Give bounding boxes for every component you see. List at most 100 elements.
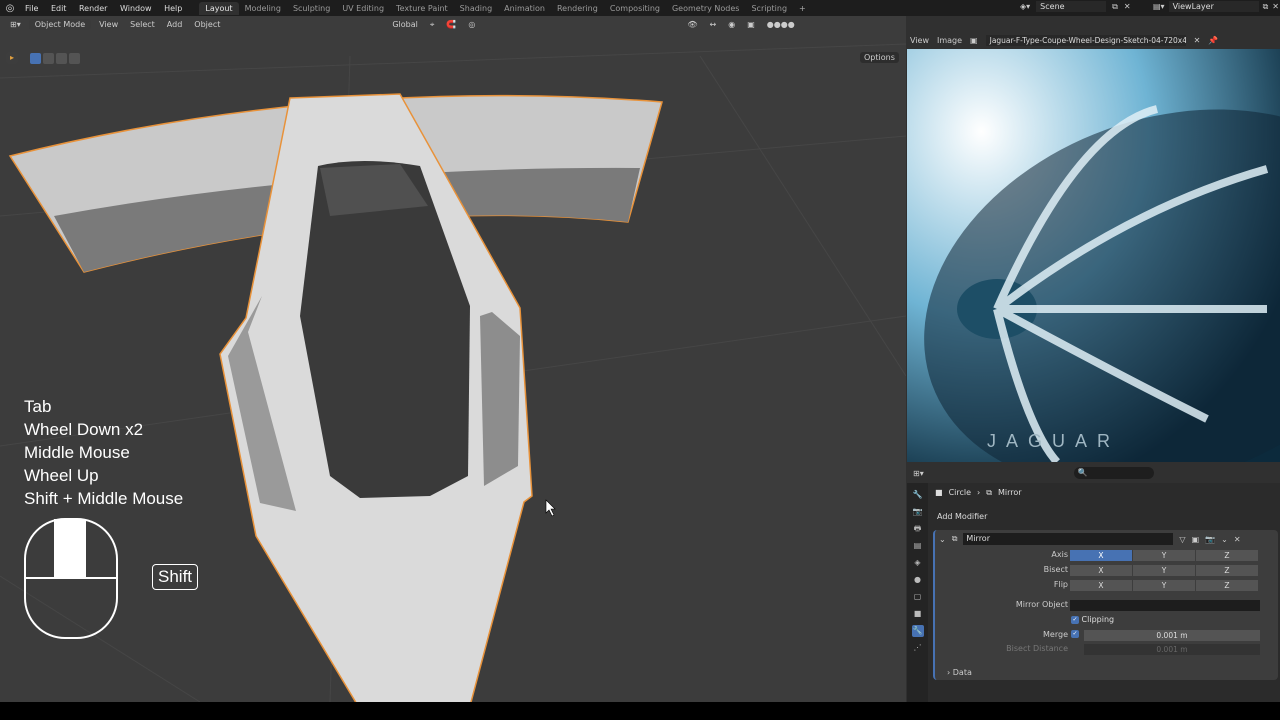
properties-editor[interactable]: ⊞▾ 🔍 🔧 📷 🖶 ▤ ◈ ● ▢ ■ 🔧 ⋰ ■ Circle › ⧉ Mi… [907, 463, 1280, 702]
show-in-editmode-icon[interactable]: ▽ [1179, 535, 1185, 544]
bisect-y-toggle[interactable]: Y [1133, 565, 1195, 576]
world-tab-icon[interactable]: ● [912, 574, 924, 586]
mode-dropdown[interactable]: Object Mode [28, 19, 92, 30]
view-layer-tab-icon[interactable]: ▤ [912, 540, 924, 552]
hint-line: Tab [24, 397, 52, 416]
tab-rendering[interactable]: Rendering [551, 2, 604, 15]
clipping-checkbox[interactable]: ✓ Clipping [1071, 615, 1114, 624]
mirror-object-field[interactable] [1070, 600, 1260, 611]
chevron-right-icon: › [947, 668, 951, 677]
bisect-x-toggle[interactable]: X [1070, 565, 1132, 576]
image-brand-text: JAGUAR [987, 431, 1120, 451]
close-icon[interactable]: ✕ [1234, 535, 1241, 544]
collection-tab-icon[interactable]: ▢ [912, 591, 924, 603]
bisect-z-toggle[interactable]: Z [1196, 565, 1258, 576]
view-layer-name-field[interactable]: ViewLayer [1168, 1, 1259, 12]
image-editor[interactable]: View Image ▣ Jaguar-F-Type-Coupe-Wheel-D… [907, 32, 1280, 462]
viewport-toolbar: ▸ [6, 52, 80, 64]
output-tab-icon[interactable]: 🖶 [912, 523, 924, 535]
overlay-icon[interactable]: ◉ [724, 19, 739, 30]
menu-edit[interactable]: Edit [51, 4, 67, 13]
select-mode-extend-icon[interactable] [43, 52, 54, 64]
select-mode-intersect-icon[interactable] [69, 52, 80, 64]
view-layer-icon[interactable]: ▤▾ [1153, 2, 1165, 11]
pivot-icon[interactable]: ⌖ [426, 19, 439, 31]
bisect-distance-field[interactable]: 0.001 m [1084, 644, 1260, 655]
scene-name-field[interactable]: Scene [1036, 1, 1107, 12]
pin-icon[interactable]: 📌 [1208, 36, 1218, 45]
particles-tab-icon[interactable]: ⋰ [912, 642, 924, 654]
select-mode-buttons [30, 52, 80, 64]
show-viewport-icon[interactable]: ▣ [1192, 535, 1200, 544]
data-subpanel-label: Data [952, 668, 972, 677]
modifier-name-input[interactable]: Mirror [963, 533, 1174, 545]
tool-tab-icon[interactable]: 🔧 [912, 489, 924, 501]
chevron-down-icon[interactable]: ⌄ [939, 535, 946, 544]
menu-help[interactable]: Help [164, 4, 182, 13]
axis-z-toggle[interactable]: Z [1196, 550, 1258, 561]
merge-distance-field[interactable]: 0.001 m [1084, 630, 1260, 641]
flip-y-toggle[interactable]: Y [1133, 580, 1195, 591]
modifier-tab-icon[interactable]: 🔧 [911, 625, 924, 637]
data-subpanel-toggle[interactable]: › Data [947, 668, 972, 677]
select-mode-subtract-icon[interactable] [56, 52, 67, 64]
shading-modes-icon[interactable]: ●●●● [763, 19, 799, 30]
tab-scripting[interactable]: Scripting [745, 2, 793, 15]
new-view-layer-icon[interactable]: ⧉ [1263, 2, 1269, 12]
xray-icon[interactable]: ▣ [743, 19, 759, 30]
dropdown-icon[interactable]: ⌄ [1221, 535, 1228, 544]
image-filename-field[interactable]: Jaguar-F-Type-Coupe-Wheel-Design-Sketch-… [985, 35, 1186, 46]
select-tool-icon[interactable]: ▸ [6, 52, 18, 64]
gizmo-icon[interactable]: ↔ [706, 19, 721, 30]
menu-add[interactable]: Add [163, 19, 187, 30]
properties-search-input[interactable]: 🔍 [1073, 467, 1154, 479]
object-tab-icon[interactable]: ■ [912, 608, 924, 620]
menu-view[interactable]: View [95, 19, 122, 30]
tab-modeling[interactable]: Modeling [239, 2, 287, 15]
tab-geometry-nodes[interactable]: Geometry Nodes [666, 2, 745, 15]
menu-window[interactable]: Window [120, 4, 152, 13]
scene-icon[interactable]: ◈▾ [1020, 2, 1030, 11]
menu-view[interactable]: View [910, 36, 929, 45]
tab-shading[interactable]: Shading [454, 2, 499, 15]
flip-x-toggle[interactable]: X [1070, 580, 1132, 591]
axis-y-toggle[interactable]: Y [1133, 550, 1195, 561]
proportional-edit-icon[interactable]: ◎ [464, 19, 479, 30]
object-icon: ■ [935, 488, 943, 497]
add-modifier-dropdown[interactable]: Add Modifier [935, 510, 1280, 523]
merge-checkbox[interactable]: ✓ [1071, 630, 1079, 638]
visibility-icon[interactable]: 👁 [683, 19, 701, 30]
show-render-icon[interactable]: 📷 [1205, 535, 1215, 544]
tab-compositing[interactable]: Compositing [604, 2, 666, 15]
image-browse-icon[interactable]: ▣ [970, 36, 978, 45]
editor-type-button[interactable]: ⊞▾ [6, 19, 25, 30]
orientation-dropdown[interactable]: Global [388, 19, 422, 30]
tab-layout[interactable]: Layout [199, 1, 239, 15]
scene-tab-icon[interactable]: ◈ [912, 557, 924, 569]
editor-type-button[interactable]: ⊞▾ [913, 469, 924, 478]
flip-z-toggle[interactable]: Z [1196, 580, 1258, 591]
menu-image[interactable]: Image [937, 36, 962, 45]
menu-file[interactable]: File [25, 4, 38, 13]
add-workspace-icon[interactable]: + [793, 2, 812, 15]
scene-selector: ◈▾ Scene ⧉ ✕ [1020, 1, 1131, 12]
options-button[interactable]: Options [860, 52, 899, 63]
tab-sculpting[interactable]: Sculpting [287, 2, 336, 15]
render-tab-icon[interactable]: 📷 [912, 506, 924, 518]
tab-uv-editing[interactable]: UV Editing [336, 2, 390, 15]
menu-select[interactable]: Select [126, 19, 159, 30]
tab-texture-paint[interactable]: Texture Paint [390, 2, 454, 15]
select-mode-set-icon[interactable] [30, 52, 41, 64]
axis-x-toggle[interactable]: X [1070, 550, 1132, 561]
close-icon[interactable]: ✕ [1272, 2, 1279, 11]
menu-render[interactable]: Render [79, 4, 107, 13]
snap-icon[interactable]: 🧲 [442, 19, 460, 30]
tab-animation[interactable]: Animation [498, 2, 551, 15]
new-scene-icon[interactable]: ⧉ [1112, 2, 1118, 12]
mirror-object-label: Mirror Object [1015, 600, 1068, 609]
blender-logo-icon[interactable]: ◎ [0, 3, 20, 14]
menu-object[interactable]: Object [190, 19, 224, 30]
close-icon[interactable]: ✕ [1194, 36, 1201, 45]
close-icon[interactable]: ✕ [1124, 2, 1131, 11]
3d-viewport[interactable]: ⊞▾ Object Mode View Select Add Object Gl… [0, 16, 906, 702]
